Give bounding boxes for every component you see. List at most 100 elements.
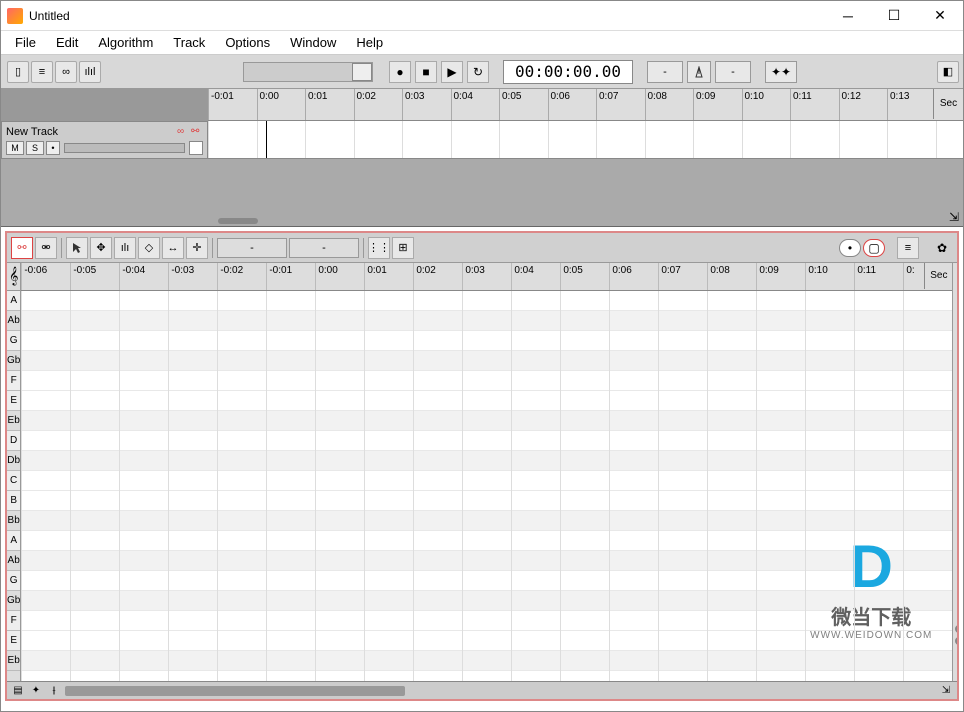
gear-button[interactable]: ✿ — [931, 237, 953, 259]
key-d[interactable]: D — [7, 431, 20, 451]
tempo-display-a[interactable]: - — [647, 61, 683, 83]
key-gb[interactable]: Gb — [7, 351, 20, 371]
track-info[interactable]: New Track ∞ ⚯ M S • — [1, 121, 208, 159]
horizontal-scrollbar[interactable] — [65, 686, 935, 696]
maximize-button[interactable]: ☐ — [871, 1, 917, 31]
stretch-tool-button[interactable]: ↔ — [162, 237, 184, 259]
key-bb[interactable]: Bb — [7, 511, 20, 531]
key-ab[interactable]: Ab — [7, 311, 20, 331]
menu-file[interactable]: File — [5, 33, 46, 52]
hscroll-thumb[interactable] — [218, 218, 258, 224]
hscroll-thumb-2[interactable] — [65, 686, 405, 696]
ruler-tick: 0:06 — [548, 89, 597, 120]
metronome-button[interactable] — [687, 61, 711, 83]
track-link-icon[interactable]: ∞ — [177, 126, 189, 138]
time-display: 00:00:00.00 — [503, 60, 633, 84]
key-g2[interactable]: G — [7, 571, 20, 591]
timeline-ruler[interactable]: -0:01 0:00 0:01 0:02 0:03 0:04 0:05 0:06… — [208, 89, 963, 121]
ruler2-tick: 0:10 — [805, 263, 854, 290]
tempo-display-b[interactable]: - — [715, 61, 751, 83]
unlink-tool-button[interactable]: ⚮ — [35, 237, 57, 259]
track-dot-button[interactable]: • — [46, 141, 60, 155]
note-grid[interactable]: D 微当下载 WWW.WEIDOWN.COM — [21, 291, 952, 681]
view-pill-a[interactable]: • — [839, 239, 861, 257]
resize-corner-icon[interactable]: ⇲ — [939, 684, 953, 698]
menu-algorithm[interactable]: Algorithm — [88, 33, 163, 52]
key-eb2[interactable]: Eb — [7, 651, 20, 671]
wave-tool-button[interactable]: ılı — [114, 237, 136, 259]
key-g[interactable]: G — [7, 331, 20, 351]
progress-slider[interactable] — [243, 62, 373, 82]
key-db[interactable]: Db — [7, 451, 20, 471]
key-gb2[interactable]: Gb — [7, 591, 20, 611]
solo-button[interactable]: S — [26, 141, 44, 155]
link-tool-button[interactable]: ⚯ — [11, 237, 33, 259]
track-header-spacer — [1, 89, 208, 121]
list-icon[interactable]: ≡ — [31, 61, 53, 83]
sec-label[interactable]: Sec — [933, 89, 963, 119]
ruler2-tick: -0:02 — [217, 263, 266, 290]
key-f2[interactable]: F — [7, 611, 20, 631]
key-a[interactable]: A — [7, 291, 20, 311]
key-f[interactable]: F — [7, 371, 20, 391]
effects-button[interactable]: ✦✦ — [765, 61, 797, 83]
cursor-tool-button[interactable] — [66, 237, 88, 259]
ruler2-tick: -0:05 — [70, 263, 119, 290]
view-3-icon[interactable]: ⫲ — [47, 684, 61, 698]
settings-icon-button[interactable]: ≡ — [897, 237, 919, 259]
ruler-tick: 0:09 — [693, 89, 742, 120]
panel-toggle-icon[interactable]: ◧ — [937, 61, 959, 83]
view-pill-b[interactable]: ▢ — [863, 239, 885, 257]
note-display-b[interactable]: - — [289, 238, 359, 258]
record-button[interactable]: ● — [389, 61, 411, 83]
sec-label-2[interactable]: Sec — [924, 263, 952, 289]
key-ab2[interactable]: Ab — [7, 551, 20, 571]
vertical-scrollbar[interactable] — [952, 263, 957, 681]
menu-help[interactable]: Help — [346, 33, 393, 52]
snap-button[interactable]: ⋮⋮ — [368, 237, 390, 259]
layout-icon[interactable]: ▯ — [7, 61, 29, 83]
close-button[interactable]: ✕ — [917, 1, 963, 31]
play-button[interactable]: ▶ — [441, 61, 463, 83]
key-a2[interactable]: A — [7, 531, 20, 551]
menu-window[interactable]: Window — [280, 33, 346, 52]
menu-track[interactable]: Track — [163, 33, 215, 52]
gear-icon: ✿ — [937, 241, 947, 255]
ruler-tick: 0:00 — [257, 89, 306, 120]
track-volume-slider[interactable] — [64, 143, 185, 153]
progress-handle[interactable] — [352, 63, 372, 81]
key-eb[interactable]: Eb — [7, 411, 20, 431]
track-lane[interactable] — [208, 121, 963, 159]
cursor-icon — [72, 242, 82, 254]
mute-button[interactable]: M — [6, 141, 24, 155]
move-tool-button[interactable]: ✥ — [90, 237, 112, 259]
track-chain-icon[interactable]: ⚯ — [191, 126, 203, 138]
link-icon[interactable]: ∞ — [55, 61, 77, 83]
key-c5[interactable]: C 5 — [7, 471, 20, 491]
note-tool-button[interactable]: ◇ — [138, 237, 160, 259]
bars-icon[interactable]: ılıl — [79, 61, 101, 83]
view-1-icon[interactable]: ▤ — [11, 684, 25, 698]
ruler2-tick: -0:06 — [21, 263, 70, 290]
loop-button[interactable]: ↻ — [467, 61, 489, 83]
view-2-icon[interactable]: ✦ — [29, 684, 43, 698]
menu-options[interactable]: Options — [215, 33, 280, 52]
track-header: New Track ∞ ⚯ M S • — [1, 89, 208, 226]
resize-icon[interactable]: ⇲ — [949, 210, 959, 224]
key-b[interactable]: B — [7, 491, 20, 511]
key-e2[interactable]: E — [7, 631, 20, 651]
piano-ruler[interactable]: -0:06 -0:05 -0:04 -0:03 -0:02 -0:01 0:00… — [21, 263, 952, 291]
ruler-tick: 0:01 — [305, 89, 354, 120]
piano-roll: 𝄞 A Ab G Gb F E Eb D Db C 5 B Bb A Ab G … — [7, 263, 957, 681]
split-tool-button[interactable]: ✛ — [186, 237, 208, 259]
track-panel: New Track ∞ ⚯ M S • -0:01 0:00 0:01 0:02… — [1, 89, 963, 227]
clef-icon: 𝄞 — [7, 263, 20, 291]
key-e[interactable]: E — [7, 391, 20, 411]
note-display-a[interactable]: - — [217, 238, 287, 258]
bottom-bar: ▤ ✦ ⫲ ⇲ — [7, 681, 957, 699]
minimize-button[interactable]: ─ — [825, 1, 871, 31]
track-color-box[interactable] — [189, 141, 203, 155]
grid-button[interactable]: ⊞ — [392, 237, 414, 259]
menu-edit[interactable]: Edit — [46, 33, 88, 52]
stop-button[interactable]: ■ — [415, 61, 437, 83]
